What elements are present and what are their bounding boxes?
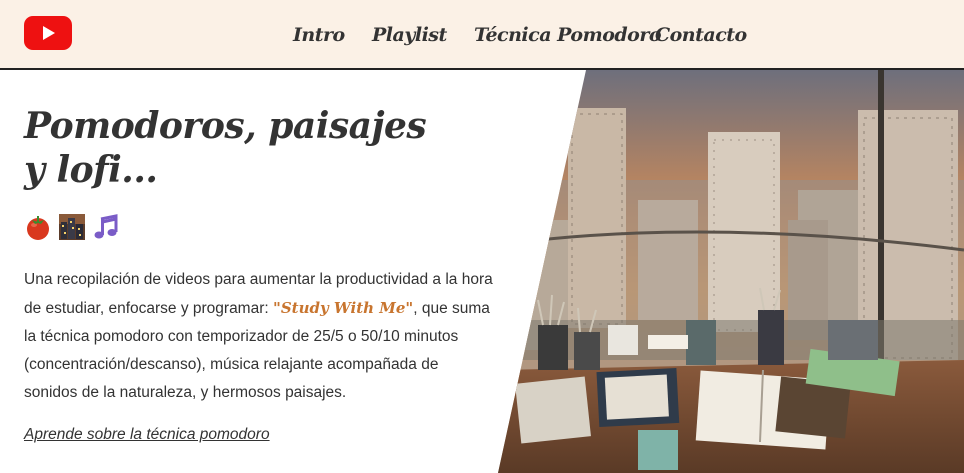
page-title: Pomodoros, paisajes y lofi...	[24, 105, 427, 191]
nav-item-contacto[interactable]: Contacto	[655, 18, 747, 52]
pomodoro-technique-link[interactable]: Aprende sobre la técnica pomodoro	[24, 424, 270, 446]
study-desk-city-image	[498, 70, 964, 473]
study-with-me-highlight: "Study With Me"	[273, 299, 414, 317]
tomato-icon	[27, 216, 49, 240]
site-header: Intro Playlist Técnica Pomodoro Contacto	[0, 0, 964, 70]
cityscape-icon	[59, 214, 85, 240]
nav-item-intro[interactable]: Intro	[293, 18, 345, 52]
hero-photo	[498, 70, 964, 473]
music-notes-icon	[94, 214, 118, 239]
nav-item-playlist[interactable]: Playlist	[372, 18, 447, 52]
hero-description: Una recopilación de videos para aumentar…	[24, 266, 494, 407]
play-icon	[43, 26, 55, 40]
youtube-logo[interactable]	[24, 16, 72, 50]
nav-item-tecnica-pomodoro[interactable]: Técnica Pomodoro	[474, 18, 662, 52]
